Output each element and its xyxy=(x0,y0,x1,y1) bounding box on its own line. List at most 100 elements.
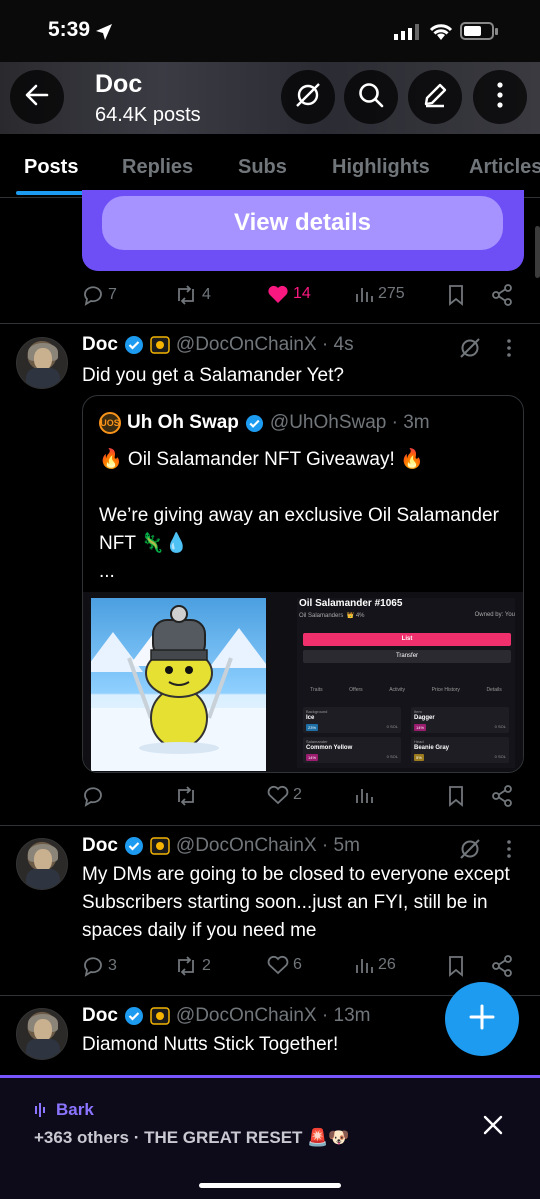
tweet-actions: 3 2 6 26 xyxy=(0,955,540,985)
views-button[interactable] xyxy=(354,785,378,805)
nft-image xyxy=(91,598,266,771)
grok-icon[interactable] xyxy=(458,336,482,365)
home-indicator[interactable] xyxy=(199,1183,341,1188)
quote-author-handle: @UhOhSwap · 3m xyxy=(269,412,430,433)
avatar[interactable] xyxy=(16,838,68,890)
share-button[interactable] xyxy=(491,785,513,807)
tab-replies[interactable]: Replies xyxy=(122,156,193,179)
quoted-tweet[interactable]: UOS Uh Oh Swap @UhOhSwap · 3m 🔥 Oil Sala… xyxy=(82,395,524,773)
bookmark-icon xyxy=(449,956,463,977)
share-icon xyxy=(492,284,512,306)
reply-button[interactable]: 7 xyxy=(82,284,117,306)
view-details-button[interactable]: View details xyxy=(102,196,503,250)
bookmark-button[interactable] xyxy=(447,785,465,807)
author-handle[interactable]: @DocOnChainX · 4s xyxy=(176,334,354,356)
like-button[interactable]: 14 xyxy=(267,284,311,304)
plus-icon xyxy=(469,1004,495,1035)
tab-subs[interactable]: Subs xyxy=(238,156,287,179)
more-vertical-icon[interactable] xyxy=(506,339,512,362)
back-button[interactable] xyxy=(10,70,64,124)
tweet-actions: 2 xyxy=(0,785,540,815)
author-name[interactable]: Doc xyxy=(82,1005,118,1027)
close-icon[interactable] xyxy=(480,1112,506,1143)
like-count: 2 xyxy=(293,786,302,803)
uhohswap-logo: UOS xyxy=(99,412,121,434)
reply-icon xyxy=(84,787,102,807)
share-button[interactable] xyxy=(491,284,513,306)
nft-transfer-button: Transfer xyxy=(303,650,511,663)
like-button[interactable]: 2 xyxy=(267,785,302,805)
affiliate-badge-icon xyxy=(150,1007,170,1025)
nft-details-panel: Oil Salamander #1065 Oil Salamanders 👑 4… xyxy=(297,598,515,768)
space-host: Bark xyxy=(56,1100,94,1119)
author-name[interactable]: Doc xyxy=(82,835,118,857)
verified-badge-icon xyxy=(124,837,143,855)
profile-tabs: Posts Replies Subs Highlights Articles xyxy=(0,134,540,198)
author-name[interactable]: Doc xyxy=(82,334,118,356)
pencil-icon xyxy=(421,81,449,114)
reply-button[interactable] xyxy=(82,785,108,807)
affiliate-badge-icon xyxy=(150,837,170,855)
repost-button[interactable]: 2 xyxy=(174,955,211,977)
nft-trait: Head Beanie Gray 5% 0 SOL xyxy=(411,737,509,763)
new-post-button[interactable] xyxy=(445,982,519,1056)
verified-badge-icon xyxy=(124,336,143,354)
verified-badge-icon xyxy=(124,1007,143,1025)
status-time: 5:39 xyxy=(48,18,91,41)
bookmark-button[interactable] xyxy=(447,284,465,306)
like-button[interactable]: 6 xyxy=(267,955,302,975)
reply-button[interactable]: 3 xyxy=(82,955,117,977)
repost-button[interactable] xyxy=(174,785,202,807)
quote-header: UOS Uh Oh Swap @UhOhSwap · 3m xyxy=(99,412,430,434)
audio-bars-icon xyxy=(35,1103,45,1117)
avatar[interactable] xyxy=(16,1008,68,1060)
nft-collection: Oil Salamanders 👑 4% xyxy=(299,613,365,619)
heart-filled-icon xyxy=(268,285,288,303)
verified-badge-icon xyxy=(245,414,263,432)
tab-posts[interactable]: Posts xyxy=(24,156,78,179)
share-button[interactable] xyxy=(491,955,513,977)
search-button[interactable] xyxy=(344,70,398,124)
view-count: 275 xyxy=(378,285,405,302)
compose-button[interactable] xyxy=(408,70,462,124)
views-button[interactable]: 26 xyxy=(354,955,396,975)
author-handle[interactable]: @DocOnChainX · 13m xyxy=(176,1005,371,1027)
scrollbar[interactable] xyxy=(535,226,540,278)
views-icon xyxy=(356,959,373,973)
nft-trait: Background Ice 23% 0 SOL xyxy=(303,707,401,733)
nft-tabs: Traits Offers Activity Price History Det… xyxy=(310,687,502,693)
views-button[interactable]: 275 xyxy=(354,284,405,304)
grok-icon xyxy=(294,81,322,114)
repost-count: 4 xyxy=(202,286,211,303)
bookmark-button[interactable] xyxy=(447,955,465,977)
profile-header: Doc 64.4K posts xyxy=(0,62,540,134)
repost-icon xyxy=(178,285,194,305)
tweet-header: Doc @DocOnChainX · 4s xyxy=(82,334,354,356)
repost-button[interactable]: 4 xyxy=(174,284,211,306)
grok-button[interactable] xyxy=(281,70,335,124)
more-options-button[interactable] xyxy=(473,70,527,124)
active-tab-indicator xyxy=(16,191,89,195)
post-count: 64.4K posts xyxy=(95,104,201,126)
like-count: 14 xyxy=(293,285,311,302)
quote-media[interactable]: Oil Salamander #1065 Oil Salamanders 👑 4… xyxy=(83,592,523,772)
reply-count: 7 xyxy=(108,286,117,303)
divider xyxy=(0,825,540,826)
more-vertical-icon[interactable] xyxy=(506,840,512,863)
back-arrow-icon xyxy=(24,82,50,113)
telegram-location-icon xyxy=(94,22,114,47)
avatar[interactable] xyxy=(16,337,68,389)
nft-list-button: List xyxy=(303,633,511,646)
tab-articles[interactable]: Articles xyxy=(469,156,540,179)
tweet-text: My DMs are going to be closed to everyon… xyxy=(82,864,510,941)
reply-count: 3 xyxy=(108,957,117,974)
live-space-bar[interactable]: Bark +363 others · THE GREAT RESET 🚨🐶 xyxy=(0,1075,540,1199)
affiliate-badge-icon xyxy=(150,336,170,354)
author-handle[interactable]: @DocOnChainX · 5m xyxy=(176,835,360,857)
tab-highlights[interactable]: Highlights xyxy=(332,156,430,179)
page-title: Doc xyxy=(95,70,143,98)
quote-line: ... xyxy=(99,561,115,582)
tweet-header: Doc @DocOnChainX · 13m xyxy=(82,1005,371,1027)
space-subtitle: +363 others · THE GREAT RESET 🚨🐶 xyxy=(34,1128,350,1147)
repost-count: 2 xyxy=(202,957,211,974)
